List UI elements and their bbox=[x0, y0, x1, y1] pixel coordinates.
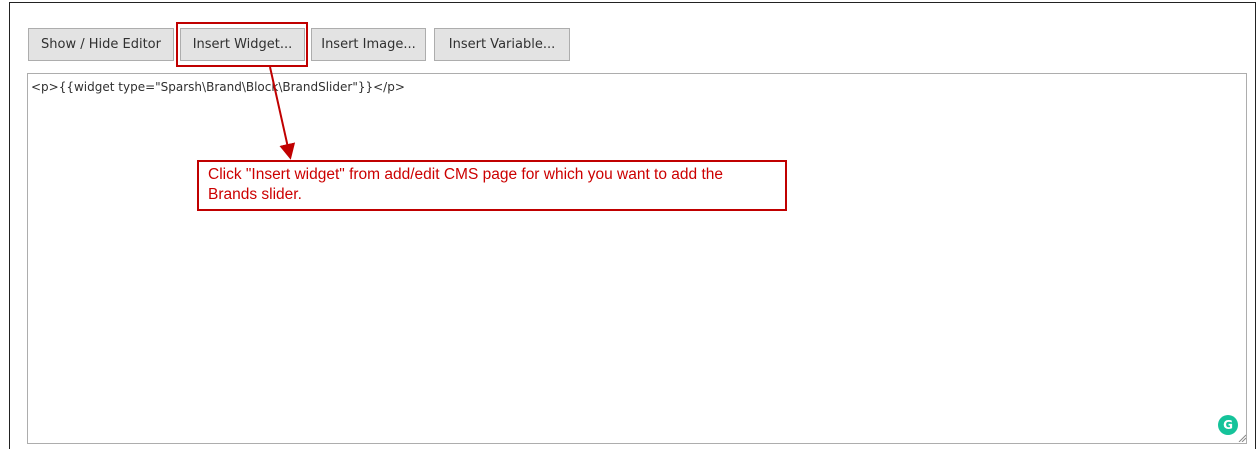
editor-content-text: <p>{{widget type="Sparsh\Brand\Block\Bra… bbox=[31, 80, 405, 94]
content-editor-textarea[interactable]: <p>{{widget type="Sparsh\Brand\Block\Bra… bbox=[27, 73, 1247, 444]
show-hide-editor-button[interactable]: Show / Hide Editor bbox=[28, 28, 174, 61]
grammarly-icon[interactable]: G bbox=[1218, 415, 1238, 435]
resize-handle-icon[interactable] bbox=[1238, 434, 1246, 442]
insert-image-button[interactable]: Insert Image... bbox=[311, 28, 426, 61]
insert-widget-highlight bbox=[176, 22, 308, 67]
insert-variable-button[interactable]: Insert Variable... bbox=[434, 28, 570, 61]
annotation-callout: Click "Insert widget" from add/edit CMS … bbox=[197, 160, 787, 211]
